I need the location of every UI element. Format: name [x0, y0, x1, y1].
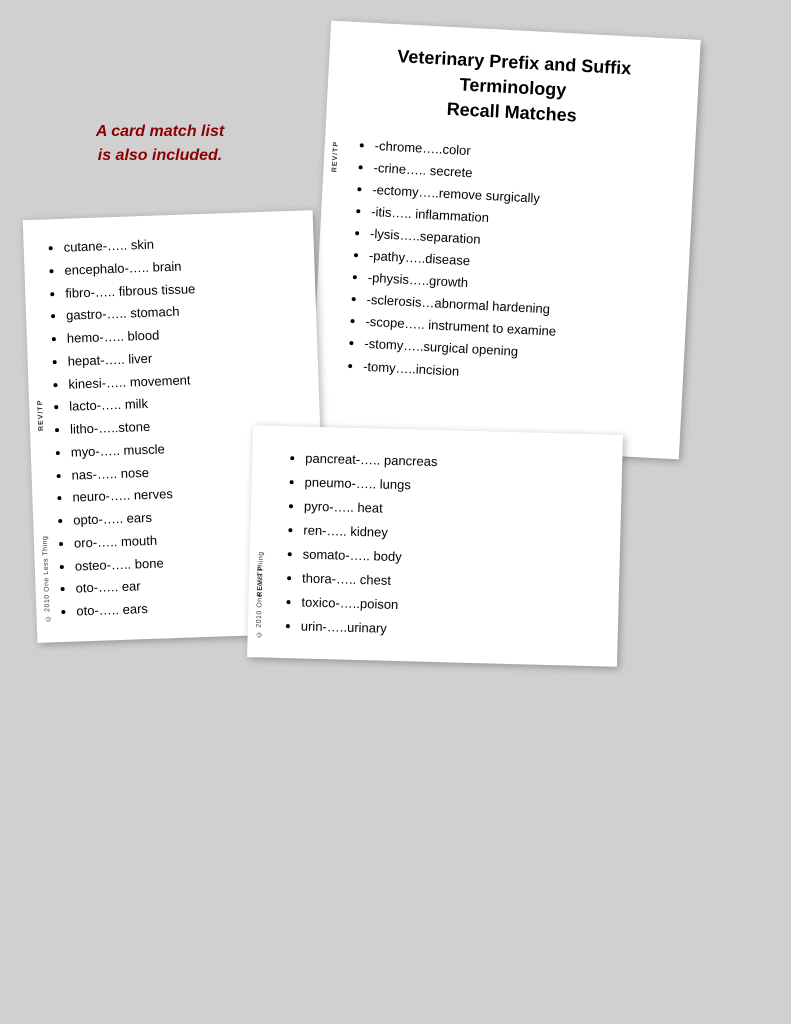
revtp-label-left: REV/TP — [37, 400, 45, 432]
title-line2: Terminology — [459, 75, 567, 101]
annotation-line2: is also included. — [98, 147, 222, 164]
card-bottom: REV/TP © 2010 One Less Thing pancreat-….… — [247, 425, 623, 667]
copyright-bottom: © 2010 One Less Thing — [256, 551, 265, 637]
title-line1: Veterinary Prefix and Suffix — [397, 46, 632, 78]
card-title: Veterinary Prefix and Suffix Terminology… — [309, 21, 700, 460]
card-title-heading: Veterinary Prefix and Suffix Terminology… — [356, 42, 670, 134]
card-match-annotation: A card match list is also included. — [60, 120, 260, 168]
revtp-label: REV/TP — [331, 141, 340, 173]
copyright-left: © 2010 One Less Thing — [42, 536, 52, 622]
card-title-list: -chrome…..color-crine….. secrete-ectomy…… — [343, 134, 665, 393]
title-line3: Recall Matches — [446, 99, 577, 126]
annotation-line1: A card match list — [96, 123, 224, 140]
card-bottom-list: pancreat-….. pancreaspneumo-….. lungspyr… — [283, 446, 593, 646]
